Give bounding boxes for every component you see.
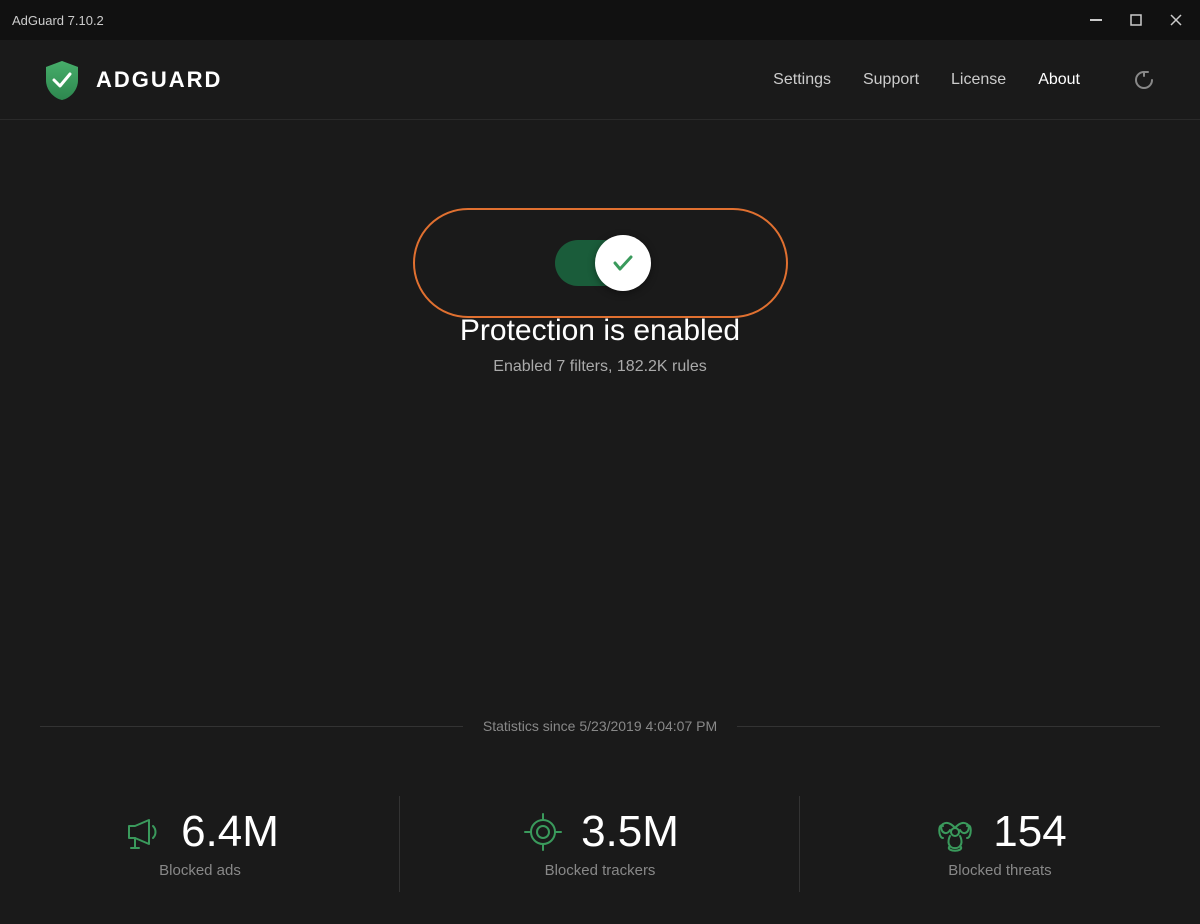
stat-blocked-ads-top: 6.4M xyxy=(121,810,279,854)
protection-status-subtitle: Enabled 7 filters, 182.2K rules xyxy=(460,358,740,376)
blocked-threats-value: 154 xyxy=(993,810,1066,854)
blocked-ads-icon xyxy=(121,810,165,854)
close-button[interactable] xyxy=(1164,8,1188,32)
protection-toggle-container xyxy=(555,240,645,286)
stats-line-right xyxy=(737,726,1160,727)
blocked-threats-label: Blocked threats xyxy=(948,862,1051,879)
toggle-track[interactable] xyxy=(555,240,645,286)
stats-line-left xyxy=(40,726,463,727)
nav-support[interactable]: Support xyxy=(863,67,919,93)
window-controls xyxy=(1084,8,1188,32)
toggle-thumb xyxy=(595,235,651,291)
logo-text: ADGUARD xyxy=(96,67,222,93)
nav-license[interactable]: License xyxy=(951,67,1006,93)
main-content: Protection is enabled Enabled 7 filters,… xyxy=(0,120,1200,376)
logo: ADGUARD xyxy=(40,58,773,102)
stats-section: Statistics since 5/23/2019 4:04:07 PM 6.… xyxy=(0,718,1200,924)
blocked-ads-label: Blocked ads xyxy=(159,862,241,879)
blocked-trackers-label: Blocked trackers xyxy=(545,862,656,879)
protection-toggle[interactable] xyxy=(555,240,645,286)
header: ADGUARD Settings Support License About xyxy=(0,40,1200,120)
blocked-threats-icon xyxy=(933,810,977,854)
stats-header: Statistics since 5/23/2019 4:04:07 PM xyxy=(0,718,1200,734)
blocked-trackers-icon xyxy=(521,810,565,854)
stat-blocked-threats-top: 154 xyxy=(933,810,1066,854)
adguard-logo-icon xyxy=(40,58,84,102)
stats-grid: 6.4M Blocked ads 3.5M xyxy=(0,764,1200,924)
stat-blocked-threats: 154 Blocked threats xyxy=(800,764,1200,924)
app-title: AdGuard 7.10.2 xyxy=(12,13,104,28)
stat-blocked-ads: 6.4M Blocked ads xyxy=(0,764,400,924)
protection-status-title: Protection is enabled xyxy=(460,314,740,348)
nav-links: Settings Support License About xyxy=(773,64,1160,96)
maximize-button[interactable] xyxy=(1124,8,1148,32)
refresh-button[interactable] xyxy=(1128,64,1160,96)
stat-blocked-trackers-top: 3.5M xyxy=(521,810,679,854)
title-bar: AdGuard 7.10.2 xyxy=(0,0,1200,40)
checkmark-icon xyxy=(609,249,637,277)
stats-date: Statistics since 5/23/2019 4:04:07 PM xyxy=(463,718,737,734)
nav-about[interactable]: About xyxy=(1038,67,1080,93)
nav-settings[interactable]: Settings xyxy=(773,67,831,93)
minimize-button[interactable] xyxy=(1084,8,1108,32)
blocked-trackers-value: 3.5M xyxy=(581,810,679,854)
blocked-ads-value: 6.4M xyxy=(181,810,279,854)
stat-blocked-trackers: 3.5M Blocked trackers xyxy=(400,764,800,924)
protection-status: Protection is enabled Enabled 7 filters,… xyxy=(460,314,740,376)
